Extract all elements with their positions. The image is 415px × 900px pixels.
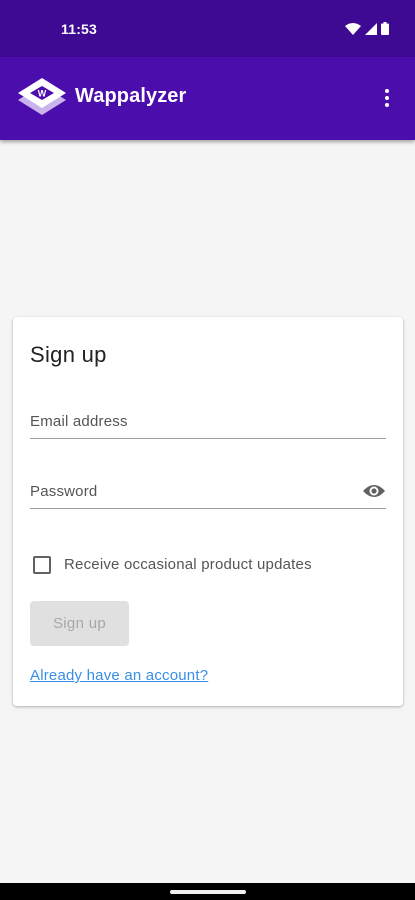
- product-updates-row[interactable]: Receive occasional product updates: [33, 555, 373, 575]
- more-vert-icon[interactable]: [377, 86, 397, 110]
- email-field[interactable]: Email address: [30, 407, 386, 439]
- password-field[interactable]: Password: [30, 477, 386, 509]
- email-label: Email address: [30, 413, 128, 430]
- navigation-bar: [0, 883, 415, 900]
- home-indicator[interactable]: [170, 890, 246, 894]
- product-updates-label: Receive occasional product updates: [64, 556, 312, 573]
- battery-icon: [381, 22, 389, 35]
- signal-icon: [365, 22, 377, 35]
- signin-link[interactable]: Already have an account?: [30, 667, 208, 684]
- app-bar: W Wappalyzer: [0, 57, 415, 140]
- wifi-icon: [345, 22, 361, 35]
- svg-text:W: W: [38, 89, 47, 99]
- status-icons: [345, 22, 389, 35]
- status-bar: 11:53: [0, 0, 415, 57]
- wappalyzer-logo-icon: W: [18, 78, 66, 115]
- signup-title: Sign up: [30, 342, 107, 367]
- signup-card: Sign up Email address Password Receive o…: [13, 317, 403, 706]
- password-label: Password: [30, 483, 98, 500]
- eye-icon[interactable]: [362, 482, 386, 500]
- signup-button[interactable]: Sign up: [30, 601, 129, 646]
- status-time: 11:53: [61, 21, 98, 37]
- product-updates-checkbox[interactable]: [33, 556, 51, 574]
- app-title: Wappalyzer: [75, 85, 187, 107]
